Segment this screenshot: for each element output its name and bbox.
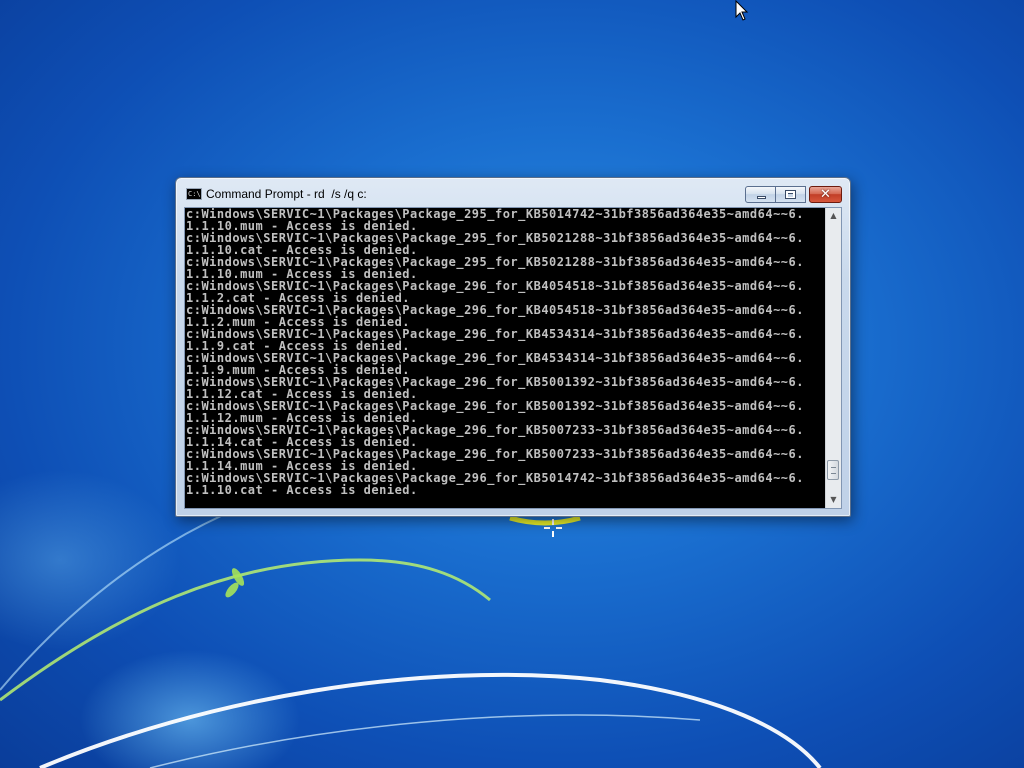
loading-cursor-icon [544,519,562,537]
restore-icon [785,190,796,199]
vertical-scrollbar[interactable]: ▲ ▼ [825,208,841,508]
scroll-thumb[interactable] [827,460,839,480]
console-output[interactable]: c:Windows\SERVIC~1\Packages\Package_295_… [185,208,825,508]
close-icon: ✕ [820,187,831,202]
close-button[interactable]: ✕ [809,186,842,203]
minimize-icon [757,196,766,199]
maximize-button[interactable] [776,186,806,203]
console-frame: c:Windows\SERVIC~1\Packages\Package_295_… [184,207,842,509]
title-bar[interactable]: C:\ Command Prompt - rd /s /q c: ✕ [176,178,850,208]
arrow-cursor-icon [735,0,749,26]
window-title: Command Prompt - rd /s /q c: [206,187,367,201]
desktop[interactable]: C:\ Command Prompt - rd /s /q c: ✕ c:Win… [0,0,1024,768]
cmd-icon: C:\ [186,188,202,200]
console-line: 1.1.10.cat - Access is denied. [186,483,418,497]
command-prompt-window[interactable]: C:\ Command Prompt - rd /s /q c: ✕ c:Win… [175,177,851,517]
scroll-up-arrow-icon[interactable]: ▲ [826,208,841,224]
scroll-down-arrow-icon[interactable]: ▼ [826,492,841,508]
minimize-button[interactable] [745,186,776,203]
